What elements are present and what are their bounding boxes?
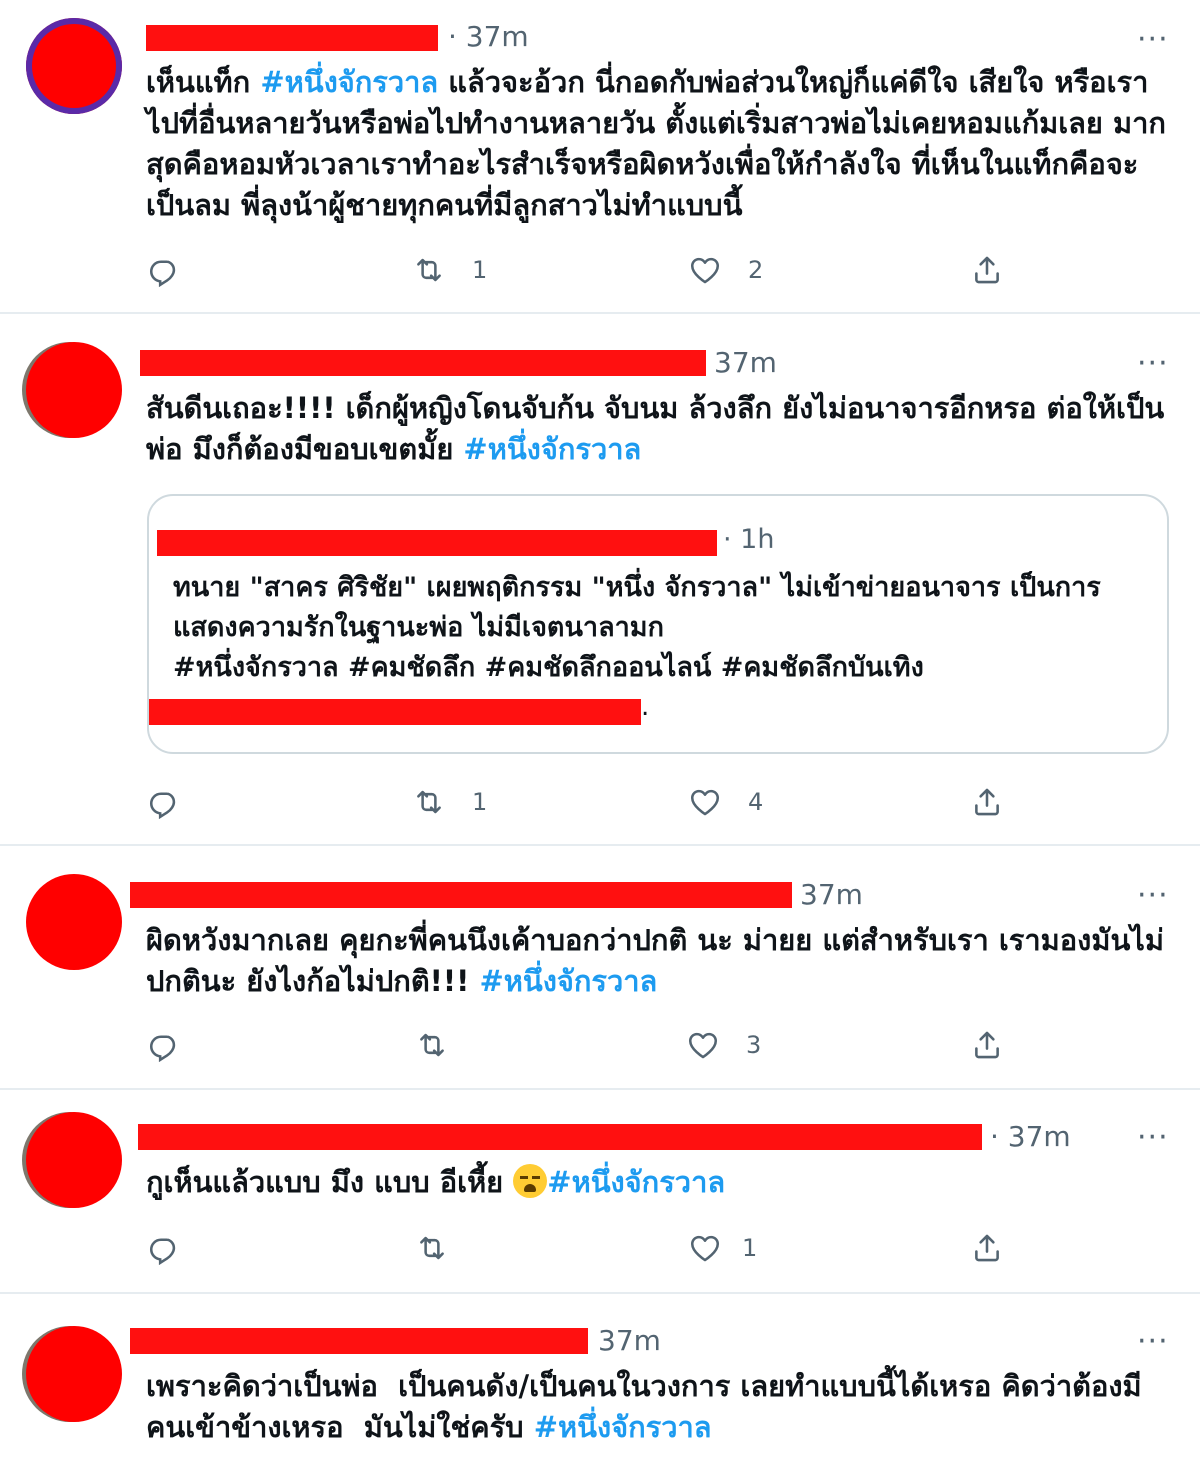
retweet-button[interactable] [415, 1028, 449, 1062]
retweet-button[interactable]: 1 [412, 785, 487, 819]
quoted-hashtags[interactable]: #หนึ่งจักรวาล #คมชัดลึก #คมชัดลึกออนไลน์… [173, 652, 924, 683]
tweet-text: ผิดหวังมากเลย คุยกะพี่คนนึงเค้าบอกว่าปกต… [146, 920, 1176, 1002]
link-trail: . [641, 692, 650, 722]
avatar[interactable] [26, 874, 122, 970]
reply-button[interactable] [147, 785, 181, 819]
tweet-text: กูเห็นแล้วแบบ มึง แบบ อีเหี้ย #หนึ่งจักร… [146, 1162, 1176, 1203]
hashtag-link[interactable]: #หนึ่งจักรวาล [547, 1165, 725, 1199]
share-button[interactable] [970, 1028, 1004, 1062]
tweet-time[interactable]: 37m [598, 1324, 661, 1357]
reply-button[interactable] [147, 1028, 181, 1062]
reply-icon [147, 1231, 181, 1265]
reply-icon [147, 253, 181, 287]
heart-icon [686, 1028, 720, 1062]
retweet-icon [415, 1231, 449, 1265]
retweet-icon [412, 785, 446, 819]
retweet-count: 1 [472, 788, 488, 816]
avatar[interactable] [26, 1112, 122, 1208]
redacted-link [149, 699, 641, 725]
reply-icon [147, 785, 181, 819]
tweet-time[interactable]: · 37m [990, 1120, 1071, 1153]
heart-icon [688, 1231, 722, 1265]
share-icon [970, 1028, 1004, 1062]
redacted-username [140, 350, 706, 376]
crying-face-icon [513, 1164, 548, 1198]
avatar[interactable] [26, 1326, 122, 1422]
more-icon[interactable]: ··· [1137, 881, 1169, 911]
share-button[interactable] [970, 785, 1004, 819]
avatar[interactable] [26, 18, 122, 114]
like-count: 2 [748, 256, 764, 284]
tweet-time[interactable]: 37m [800, 878, 863, 911]
redacted-username [138, 1124, 982, 1150]
more-icon[interactable]: ··· [1137, 349, 1169, 379]
more-icon[interactable]: ··· [1137, 25, 1169, 55]
like-button[interactable]: 3 [686, 1028, 761, 1062]
hashtag-link[interactable]: #หนึ่งจักรวาล [463, 432, 641, 466]
tweet[interactable]: 37m ··· เพราะคิดว่าเป็นพ่อ เป็นคนดัง/เป็… [0, 1294, 1200, 1465]
share-button[interactable] [970, 1231, 1004, 1265]
redacted-username [130, 1328, 588, 1354]
tweet-time[interactable]: 37m [714, 346, 777, 379]
hashtag-link[interactable]: #หนึ่งจักรวาล [260, 65, 438, 99]
hashtag-link[interactable]: #หนึ่งจักรวาล [479, 964, 657, 998]
tweet-time[interactable]: · 37m [448, 20, 529, 53]
reply-icon [147, 1028, 181, 1062]
tweet[interactable]: · 37m ··· เห็นแท็ก #หนึ่งจักรวาล แล้วจะอ… [0, 0, 1200, 314]
share-icon [970, 1231, 1004, 1265]
quoted-text: ทนาย "สาคร ศิริชัย" เผยพฤติกรรม "หนึ่ง จ… [173, 568, 1153, 688]
tweet-text: สันดีนเถอะ!!!! เด็กผู้หญิงโดนจับก้น จับน… [146, 388, 1176, 470]
avatar[interactable] [26, 342, 122, 438]
quoted-time[interactable]: · 1h [723, 524, 774, 555]
reply-button[interactable] [147, 253, 181, 287]
share-icon [970, 785, 1004, 819]
tweet-text: เห็นแท็ก #หนึ่งจักรวาล แล้วจะอ้วก นี่กอด… [146, 62, 1176, 226]
more-icon[interactable]: ··· [1137, 1327, 1169, 1357]
quoted-body: ทนาย "สาคร ศิริชัย" เผยพฤติกรรม "หนึ่ง จ… [173, 572, 1101, 643]
retweet-button[interactable] [415, 1231, 449, 1265]
like-count: 3 [746, 1031, 762, 1059]
redacted-username [130, 882, 792, 908]
tweet[interactable]: 37m ··· ผิดหวังมากเลย คุยกะพี่คนนึงเค้าบ… [0, 846, 1200, 1090]
tweet-text-part: สันดีนเถอะ!!!! เด็กผู้หญิงโดนจับก้น จับน… [146, 391, 1165, 466]
tweet-text-part: เห็นแท็ก [146, 65, 261, 99]
tweet[interactable]: 37m ··· สันดีนเถอะ!!!! เด็กผู้หญิงโดนจับ… [0, 314, 1200, 846]
retweet-count: 1 [472, 256, 488, 284]
retweet-icon [412, 253, 446, 287]
like-button[interactable]: 1 [688, 1231, 757, 1265]
more-icon[interactable]: ··· [1137, 1123, 1169, 1153]
quoted-tweet[interactable]: · 1h ทนาย "สาคร ศิริชัย" เผยพฤติกรรม "หน… [147, 494, 1169, 754]
redacted-username [157, 530, 717, 556]
tweet-text: เพราะคิดว่าเป็นพ่อ เป็นคนดัง/เป็นคนในวงก… [146, 1366, 1176, 1448]
redacted-username [146, 25, 438, 51]
like-count: 4 [748, 788, 764, 816]
like-button[interactable]: 4 [688, 785, 763, 819]
tweet[interactable]: · 37m ··· กูเห็นแล้วแบบ มึง แบบ อีเหี้ย … [0, 1090, 1200, 1294]
retweet-icon [415, 1028, 449, 1062]
share-icon [970, 253, 1004, 287]
retweet-button[interactable]: 1 [412, 253, 487, 287]
reply-button[interactable] [147, 1231, 181, 1265]
heart-icon [688, 785, 722, 819]
share-button[interactable] [970, 253, 1004, 287]
tweet-text-part: กูเห็นแล้วแบบ มึง แบบ อีเหี้ย [146, 1165, 514, 1199]
like-count: 1 [742, 1234, 758, 1262]
like-button[interactable]: 2 [688, 253, 763, 287]
hashtag-link[interactable]: #หนึ่งจักรวาล [534, 1410, 712, 1444]
heart-icon [688, 253, 722, 287]
